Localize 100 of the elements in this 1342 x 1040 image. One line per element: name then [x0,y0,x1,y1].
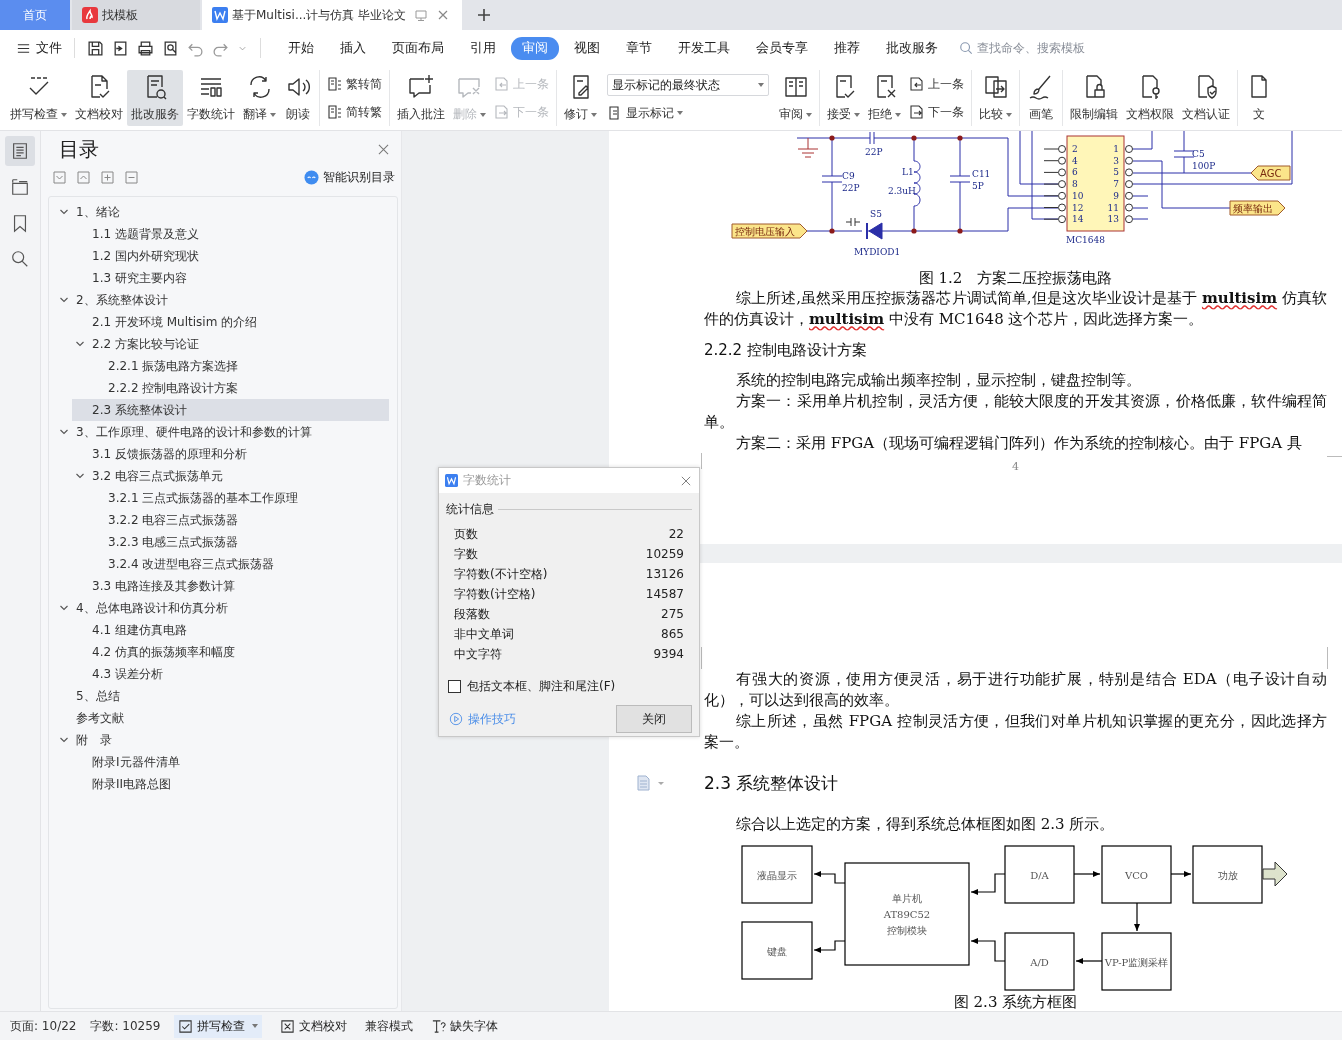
toc-item[interactable]: 附 录 [56,729,389,751]
new-tab-icon[interactable] [476,7,492,23]
export-icon[interactable] [112,39,129,57]
chevron-down-icon[interactable] [59,207,69,217]
arrow [1075,958,1103,964]
pin-number: 4 [1072,155,1078,166]
print-icon[interactable] [137,39,154,57]
toc-item[interactable]: 3.1 反馈振荡器的原理和分析 [72,443,389,465]
toc-item[interactable]: 2.2.2 控制电路设计方案 [88,377,389,399]
ribbon-button[interactable]: 限制编辑 [1066,70,1122,126]
close-icon[interactable] [681,475,691,486]
print-preview-icon[interactable] [162,39,179,57]
ribbon-button[interactable]: 文 [1241,70,1277,126]
menu-tab[interactable]: 页面布局 [381,36,455,60]
menu-tab[interactable]: 引用 [459,36,507,60]
ribbon-button[interactable]: 繁转简 [327,75,382,93]
chevron-down-icon[interactable] [59,603,69,613]
toc-item[interactable]: 5、总结 [56,685,389,707]
ribbon-button[interactable]: 文档权限 [1122,70,1178,126]
menu-tab[interactable]: 推荐 [823,36,871,60]
window-tab[interactable]: 找模板 [72,0,200,30]
ribbon-button[interactable]: 文档认证 [1178,70,1234,126]
stat-value: 9394 [653,646,684,663]
markup-dropdown[interactable]: 显示标记的最终状态 [607,74,769,97]
toc-item[interactable]: 附录II电路总图 [72,773,389,795]
expand-all-icon[interactable] [77,171,90,184]
toc-item[interactable]: 3.2.2 电容三点式振荡器 [88,509,389,531]
chevron-down-icon[interactable] [59,295,69,305]
ribbon-button[interactable]: 比较 [975,70,1016,126]
ribbon-button[interactable]: 字数统计 [183,70,239,126]
toc-item[interactable]: 1、绪论 [56,201,389,223]
chevron-down-icon[interactable] [59,427,69,437]
toc-item[interactable]: 3.2 电容三点式振荡单元 [72,465,389,487]
menu-tab[interactable]: 章节 [615,36,663,60]
window-tab[interactable]: 基于Multisi...计与仿真 毕业论文 [202,0,462,30]
toc-item[interactable]: 3.2.1 三点式振荡器的基本工作原理 [88,487,389,509]
smart-toc-button[interactable]: 智能识别目录 [304,169,395,186]
toc-item[interactable]: 2.1 开发环境 Multisim 的介绍 [72,311,389,333]
chevron-down-icon[interactable] [75,339,85,349]
ribbon-button[interactable]: 拒绝 [864,70,905,126]
section-heading: 2.3 系统整体设计 [704,773,840,793]
toc-item[interactable]: 1.2 国内外研究现状 [72,245,389,267]
menu-tab[interactable]: 批改服务 [875,36,949,60]
rail-button[interactable] [5,136,35,166]
toc-item[interactable]: 3.2.4 改进型电容三点式振荡器 [88,553,389,575]
toc-item[interactable]: 参考文献 [56,707,389,729]
checkbox[interactable] [448,680,461,693]
ribbon-button[interactable]: 拼写检查 [6,70,71,126]
stat-value: 865 [661,626,684,643]
save-icon[interactable] [87,39,104,57]
toc-item[interactable]: 1.3 研究主要内容 [72,267,389,289]
toc-item[interactable]: 2.2 方案比较与论证 [72,333,389,355]
ribbon-button[interactable]: 朗读 [280,70,316,126]
close-icon[interactable] [378,143,389,155]
search-field[interactable]: 查找命令、搜索模板 [959,40,1119,56]
toc-item[interactable]: 3、工作原理、硬件电路的设计和参数的计算 [56,421,389,443]
ribbon-button[interactable]: 翻译 [239,70,280,126]
status-text: 页面: 10/22 [10,1017,77,1035]
pin-number: 8 [1072,179,1078,190]
spell-check-toggle[interactable]: 拼写检查 [174,1014,263,1038]
chevron-down-icon[interactable] [59,735,69,745]
remove-icon[interactable] [125,171,138,184]
toc-item[interactable]: 4.3 误差分析 [72,663,389,685]
menu-tab[interactable]: 开始 [277,36,325,60]
ribbon-button[interactable]: 简转繁 [327,103,382,121]
file-menu-button[interactable]: 文件 [12,37,66,59]
menu-tab[interactable]: 插入 [329,36,377,60]
ribbon-button[interactable]: 审阅 [775,70,816,126]
toc-item[interactable]: 3.3 电路连接及其参数计算 [72,575,389,597]
pin-number: 10 [1072,190,1084,201]
ribbon-button[interactable]: 接受 [823,70,864,126]
component-label: C9 [842,171,855,181]
ribbon-button[interactable]: 下一条 [909,103,964,121]
status-button[interactable]: 文档校对 [276,1014,352,1038]
menu-tab[interactable]: 视图 [563,36,611,60]
ribbon-button[interactable]: 批改服务 [127,70,183,126]
toc-item[interactable]: 1.1 选题背景及意义 [72,223,389,245]
toc-item[interactable]: 4.1 组建仿真电路 [72,619,389,641]
status-button[interactable]: 缺失字体 [427,1014,503,1038]
collapse-all-icon[interactable] [53,171,66,184]
ribbon-button[interactable]: 显示标记 [607,104,769,122]
toc-item[interactable]: 2.3 系统整体设计 [72,399,389,421]
menu-tab[interactable]: 开发工具 [667,36,741,60]
menu-tab[interactable]: 会员专享 [745,36,819,60]
convert-icon [327,104,343,120]
close-button[interactable]: 关闭 [616,705,692,733]
add-icon[interactable] [101,171,114,184]
ribbon-button[interactable]: 上一条 [909,75,964,93]
ribbon-button[interactable]: 插入批注 [393,70,449,126]
toc-item[interactable]: 3.2.3 电感三点式振荡器 [88,531,389,553]
ribbon-button[interactable]: 修订 [560,70,601,126]
monitor-icon[interactable] [414,8,429,22]
toc-item[interactable]: 4.2 仿真的振荡频率和幅度 [72,641,389,663]
toc-item[interactable]: 4、总体电路设计和仿真分析 [56,597,389,619]
toc-item[interactable]: 2.2.1 振荡电路方案选择 [88,355,389,377]
chevron-down-icon[interactable] [75,471,85,481]
toc-item[interactable]: 附录I元器件清单 [72,751,389,773]
ribbon-button[interactable]: 画笔 [1023,70,1059,126]
toc-item[interactable]: 2、系统整体设计 [56,289,389,311]
ribbon-button[interactable]: 文档校对 [71,70,127,126]
